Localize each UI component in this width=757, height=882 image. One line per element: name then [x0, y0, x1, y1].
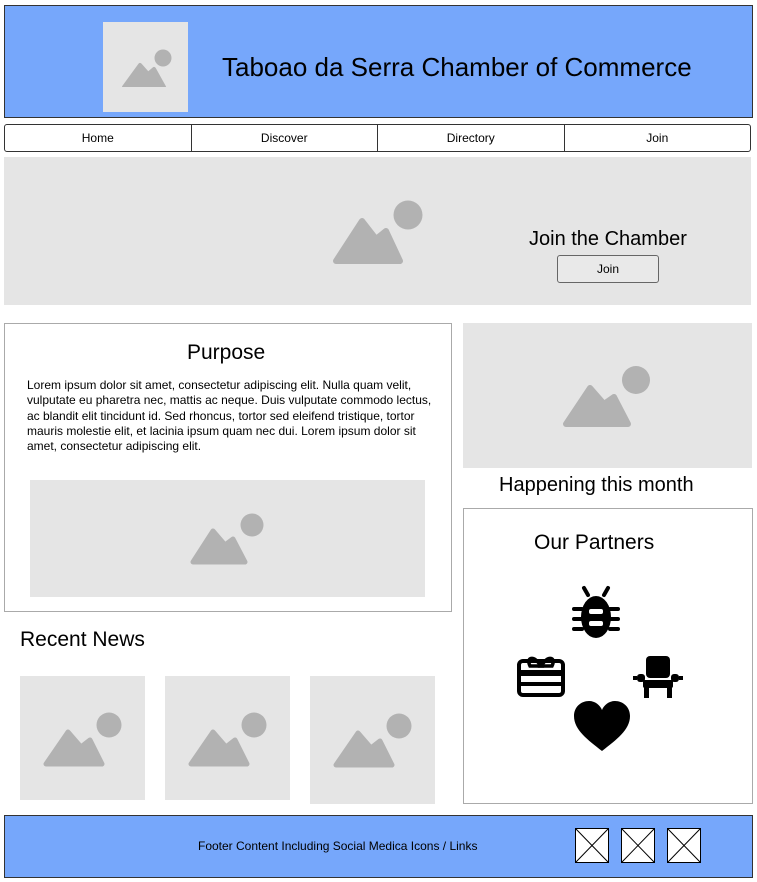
footer-text: Footer Content Including Social Medica I… — [198, 839, 478, 853]
nav-item-join[interactable]: Join — [563, 125, 751, 151]
join-button[interactable]: Join — [557, 255, 659, 283]
armchair-icon[interactable] — [633, 654, 683, 700]
image-placeholder-icon — [43, 712, 122, 767]
image-placeholder-icon — [122, 49, 172, 87]
gift-card-icon[interactable] — [516, 652, 566, 698]
nav-item-home[interactable]: Home — [5, 125, 191, 151]
event-image-placeholder[interactable] — [463, 323, 752, 468]
social-placeholder-icon[interactable] — [667, 828, 701, 863]
logo-placeholder[interactable] — [103, 22, 188, 112]
social-placeholder-icon[interactable] — [575, 828, 609, 863]
nav-item-discover[interactable]: Discover — [190, 125, 378, 151]
heart-icon[interactable] — [573, 701, 631, 753]
social-placeholder-icon[interactable] — [621, 828, 655, 863]
image-placeholder-icon — [563, 366, 650, 427]
main-nav: Home Discover Directory Join — [4, 124, 751, 152]
image-placeholder-icon — [188, 712, 267, 767]
nav-item-directory[interactable]: Directory — [377, 125, 564, 151]
news-image-placeholder[interactable] — [20, 676, 145, 800]
partners-title: Our Partners — [534, 531, 655, 554]
event-title: Happening this month — [499, 474, 694, 496]
image-placeholder-icon — [333, 713, 412, 768]
purpose-title: Purpose — [187, 341, 266, 364]
image-placeholder-icon — [190, 513, 264, 565]
hero-title: Join the Chamber — [529, 228, 687, 250]
purpose-text: Lorem ipsum dolor sit amet, consectetur … — [27, 378, 432, 454]
purpose-image-placeholder — [30, 480, 425, 597]
news-image-placeholder[interactable] — [165, 676, 290, 800]
image-placeholder-icon — [333, 200, 423, 264]
bug-icon[interactable] — [570, 585, 622, 641]
recent-news-title: Recent News — [20, 628, 145, 651]
site-title: Taboao da Serra Chamber of Commerce — [222, 52, 692, 82]
news-image-placeholder[interactable] — [310, 676, 435, 804]
